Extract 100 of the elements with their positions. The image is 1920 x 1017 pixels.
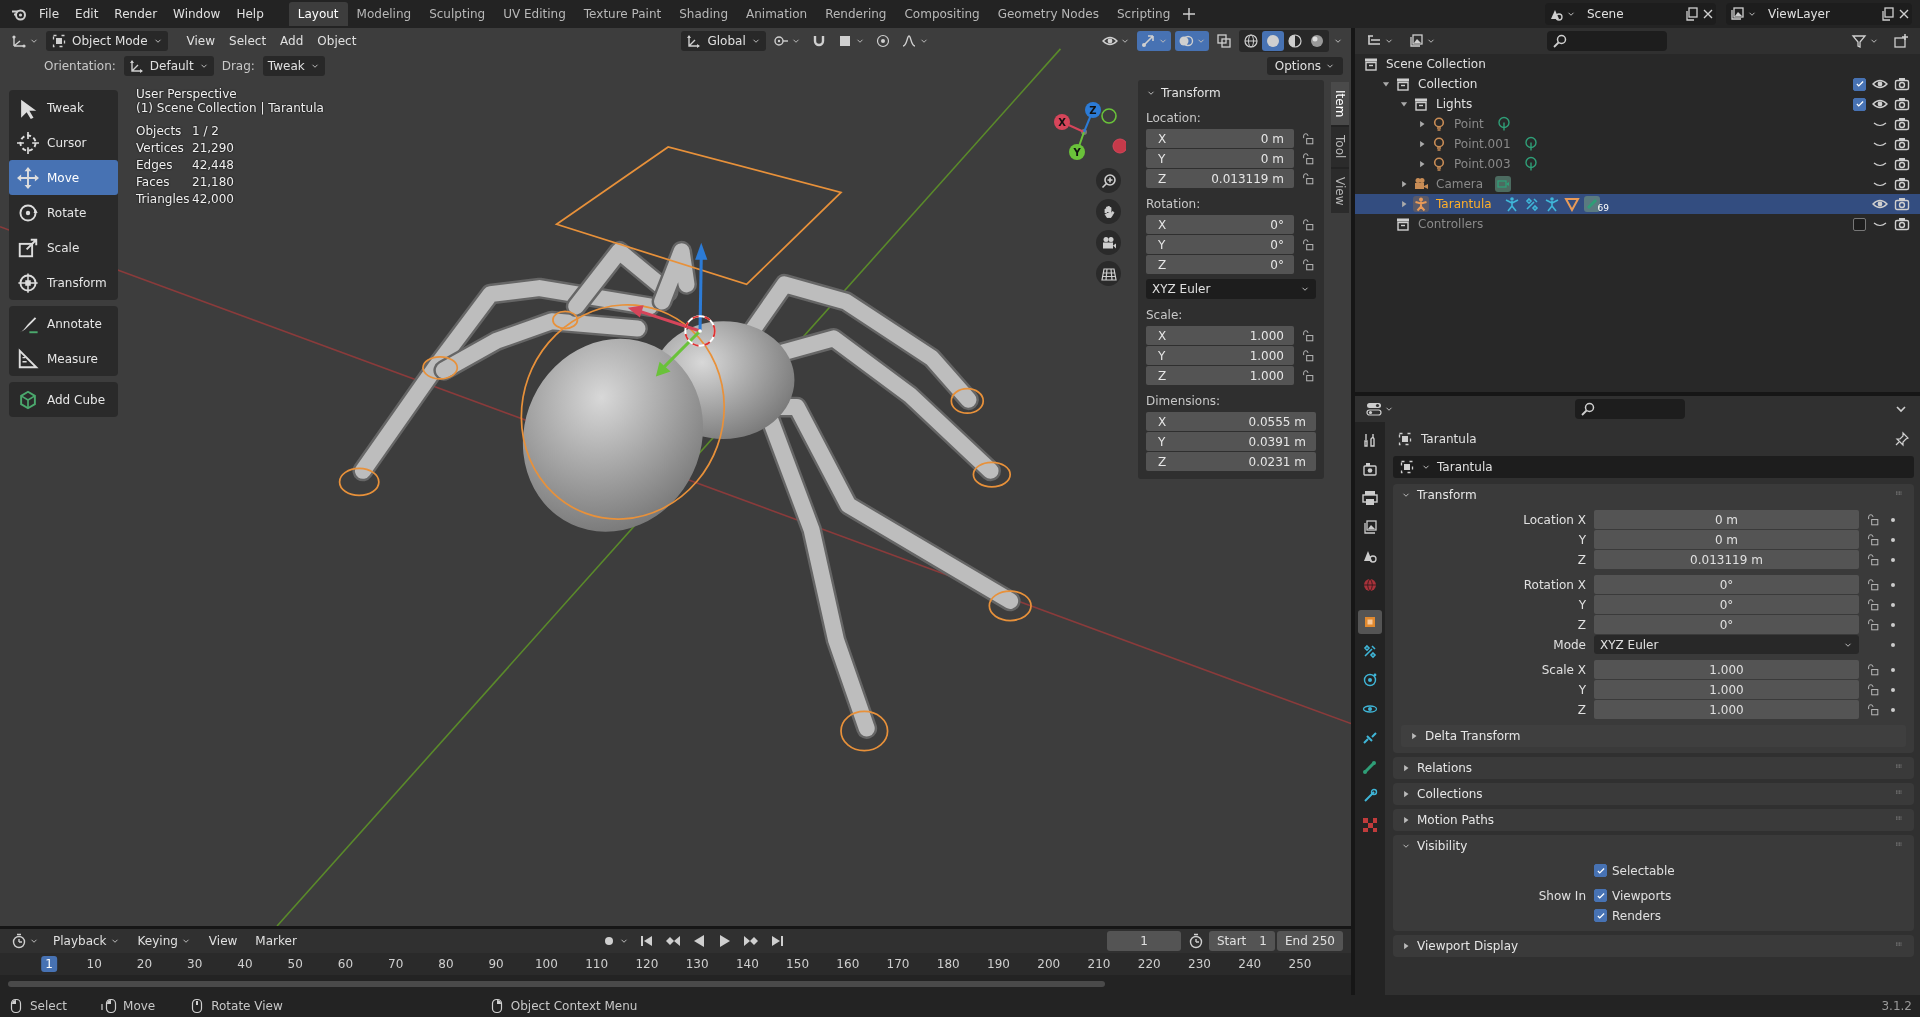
tool-button[interactable]: Measure — [9, 341, 118, 376]
properties-tab[interactable] — [1358, 610, 1382, 634]
lock-icon[interactable] — [1300, 328, 1316, 343]
render-camera-icon[interactable] — [1894, 96, 1910, 112]
number-field[interactable]: 0° — [1594, 615, 1859, 634]
outliner-row[interactable]: Tarantula 69 — [1355, 194, 1920, 214]
render-camera-icon[interactable] — [1894, 136, 1910, 152]
number-field[interactable]: 0 m — [1594, 530, 1859, 549]
item-name[interactable]: Controllers — [1418, 217, 1484, 231]
tool-button[interactable]: Cursor — [9, 125, 118, 160]
outliner-row[interactable]: Lights — [1355, 94, 1920, 114]
lock-icon[interactable] — [1300, 368, 1316, 383]
number-field[interactable]: Y 1.000 — [1146, 346, 1294, 365]
add-workspace-icon[interactable] — [1181, 6, 1198, 22]
menu-item[interactable]: Marker — [248, 932, 304, 950]
duplicate-icon[interactable] — [1684, 6, 1700, 22]
menu-item[interactable]: Playback — [46, 932, 127, 950]
menu-item[interactable]: Add — [273, 32, 311, 50]
workspace-tab[interactable]: Modeling — [347, 2, 421, 26]
lock-icon[interactable] — [1865, 577, 1881, 592]
expand-toggle-icon[interactable] — [1417, 139, 1427, 149]
expand-toggle-icon[interactable] — [1417, 119, 1427, 129]
modifier-icon[interactable] — [1523, 196, 1540, 212]
number-field[interactable]: Y 0° — [1146, 235, 1294, 254]
expand-toggle-icon[interactable] — [1381, 79, 1391, 89]
pan-button[interactable] — [1096, 199, 1121, 224]
panel-header[interactable]: Relations — [1393, 757, 1914, 779]
outliner-row[interactable]: Point.001 — [1355, 134, 1920, 154]
sidebar-tab[interactable]: Item — [1331, 82, 1349, 126]
overlay-toggle-button[interactable] — [1175, 31, 1209, 51]
menu-item[interactable]: View — [201, 932, 245, 950]
workspace-tab[interactable]: Layout — [288, 2, 348, 26]
panel-header[interactable]: Visibility — [1393, 835, 1914, 857]
item-name[interactable]: Point.001 — [1454, 137, 1511, 151]
item-name[interactable]: Camera — [1436, 177, 1484, 191]
orientation-dropdown[interactable]: Default — [123, 56, 214, 76]
search-field[interactable] — [1575, 399, 1685, 419]
object-name-field[interactable]: Tarantula — [1393, 456, 1914, 478]
expand-toggle-icon[interactable] — [1417, 159, 1427, 169]
workspace-tab[interactable]: Animation — [737, 2, 817, 26]
gizmo-toggle-button[interactable] — [1137, 31, 1171, 51]
outliner-row[interactable]: Collection — [1355, 74, 1920, 94]
panel-header[interactable]: Motion Paths — [1393, 809, 1914, 831]
mode-dropdown[interactable]: Object Mode — [46, 31, 168, 51]
search-field[interactable] — [1547, 31, 1667, 51]
lock-icon[interactable] — [1300, 257, 1316, 272]
keyframe-dot-icon[interactable] — [1891, 517, 1895, 522]
tool-button[interactable]: Tweak — [9, 90, 118, 125]
view-layer-selector[interactable]: ViewLayer — [1726, 3, 1912, 25]
duplicate-icon[interactable] — [1880, 6, 1896, 22]
pin-icon[interactable] — [1894, 431, 1910, 447]
options-button[interactable]: Options — [1266, 57, 1343, 75]
lock-icon[interactable] — [1300, 348, 1316, 363]
number-field[interactable]: 1.000 — [1594, 660, 1859, 679]
workspace-tab[interactable]: UV Editing — [494, 2, 575, 26]
lock-icon[interactable] — [1865, 662, 1881, 677]
checkbox[interactable]: Viewports — [1594, 888, 1672, 903]
bone-controls-drawing[interactable] — [338, 146, 1032, 752]
end-frame-field[interactable]: End 250 — [1277, 931, 1343, 951]
panel-title[interactable]: Transform — [1161, 86, 1221, 100]
workspace-tab[interactable]: Shading — [670, 2, 737, 26]
scene-selector[interactable]: Scene — [1545, 3, 1716, 25]
start-frame-field[interactable]: Start 1 — [1209, 931, 1275, 951]
number-field[interactable]: Z 1.000 — [1146, 366, 1294, 385]
menu-item[interactable]: Select — [222, 32, 274, 50]
light-data-icon[interactable] — [1495, 116, 1512, 132]
zoom-button[interactable] — [1096, 168, 1121, 193]
transform-orientation-dropdown[interactable]: Global — [681, 31, 766, 51]
lock-icon[interactable] — [1300, 237, 1316, 252]
number-field[interactable]: 0.013119 m — [1594, 550, 1859, 569]
number-field[interactable]: Y 0 m — [1146, 149, 1294, 168]
exclude-checkbox[interactable] — [1853, 217, 1866, 231]
lock-icon[interactable] — [1300, 171, 1316, 186]
navigation-gizmo-drawing[interactable] — [1054, 102, 1126, 160]
panel-header[interactable]: Viewport Display — [1393, 935, 1914, 957]
rotation-mode-dropdown[interactable]: XYZ Euler — [1146, 279, 1316, 299]
lock-icon[interactable] — [1300, 131, 1316, 146]
outliner-row[interactable]: Scene Collection — [1355, 54, 1920, 74]
menu-item[interactable]: View — [179, 32, 223, 50]
outliner-row[interactable]: Point.003 — [1355, 154, 1920, 174]
tool-button[interactable]: Annotate — [9, 306, 118, 341]
outliner-row[interactable]: Camera — [1355, 174, 1920, 194]
spider-model-drawing[interactable] — [352, 240, 1021, 739]
keyframe-dot-icon[interactable] — [1891, 707, 1895, 712]
camera-data-icon[interactable] — [1495, 176, 1512, 192]
number-field[interactable]: 0 m — [1594, 510, 1859, 529]
outliner-row[interactable]: Point — [1355, 114, 1920, 134]
workspace-tab[interactable]: Compositing — [895, 2, 989, 26]
expand-toggle-icon[interactable] — [1399, 199, 1409, 209]
lock-icon[interactable] — [1865, 702, 1881, 717]
tool-button[interactable]: Transform — [9, 265, 118, 300]
keyframe-dot-icon[interactable] — [1891, 622, 1895, 627]
workspace-tab[interactable]: Geometry Nodes — [988, 2, 1108, 26]
bone-data-icon[interactable] — [1583, 196, 1600, 212]
number-field[interactable]: X 0° — [1146, 215, 1294, 234]
number-field[interactable]: X 0.0555 m — [1146, 412, 1316, 431]
scrollbar-thumb[interactable] — [8, 981, 1105, 987]
subpanel-header[interactable]: Delta Transform — [1401, 725, 1906, 747]
expand-toggle-icon[interactable] — [1399, 99, 1409, 109]
light-data-icon[interactable] — [1522, 136, 1539, 152]
